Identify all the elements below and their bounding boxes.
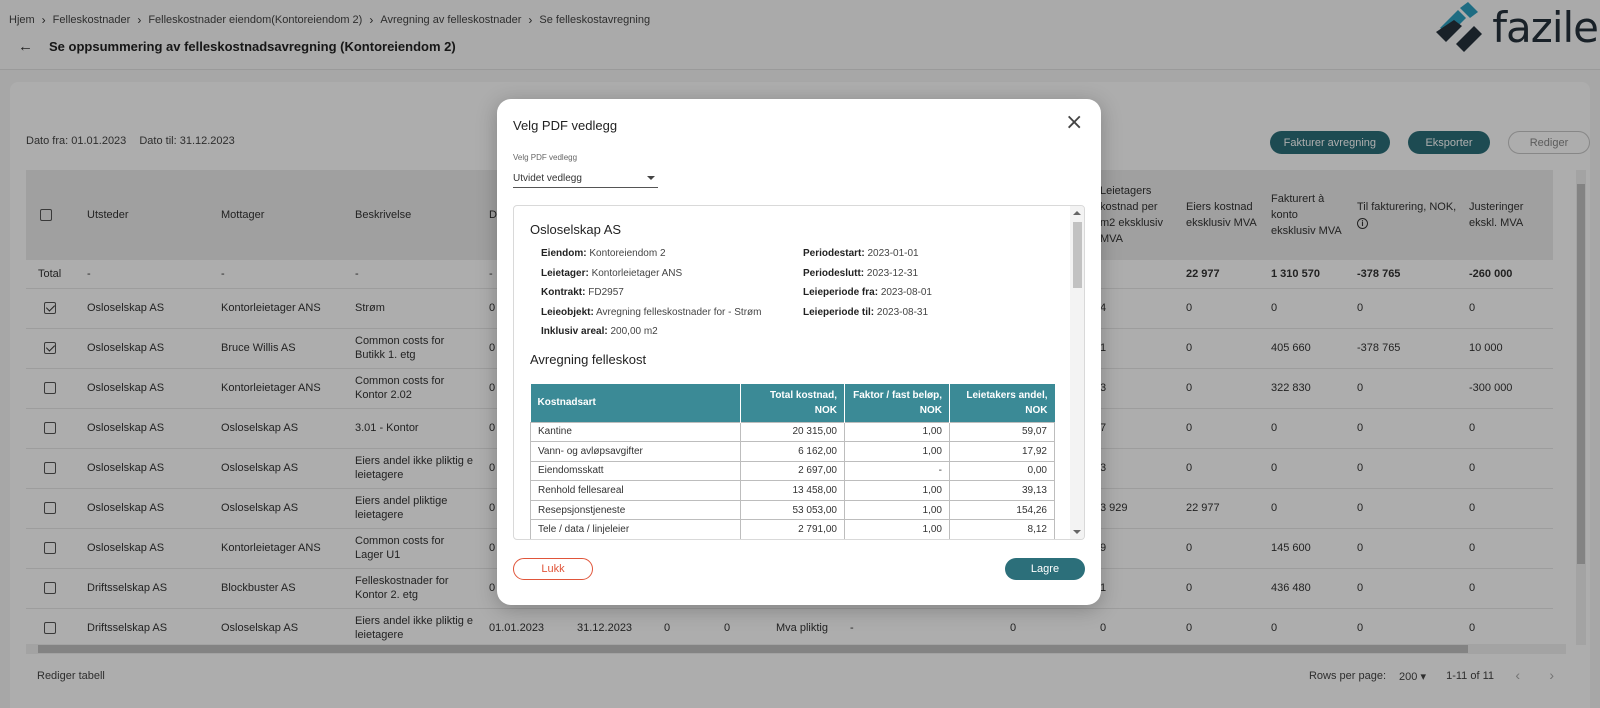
cost-share: 17,92 [949,441,1055,462]
cost-table-header: Kostnadsart Total kostnad, NOK Faktor / … [530,384,1055,422]
cost-row: Renhold fellesareal 13 458,00 1,00 39,13 [530,480,1055,501]
cost-total: 6 162,00 [740,441,845,462]
preview-meta-right: Leieperiode fra: 2023-08-01 [803,287,932,298]
cost-type: Tele / data / linjeleier [530,519,741,539]
cost-total: 20 315,00 [740,421,845,443]
meta-value: 2023-12-31 [866,267,919,279]
preview-meta-right: Leieperiode til: 2023-08-31 [803,307,928,318]
cost-table: Kostnadsart Total kostnad, NOK Faktor / … [530,384,1055,539]
meta-value: 2023-08-01 [880,287,932,298]
attachment-select-label: Velg PDF vedlegg [513,153,578,162]
attachment-select-value: Utvidet vedlegg [513,173,582,184]
cost-header-total: Total kostnad, NOK [740,384,845,422]
cost-row: Tele / data / linjeleier 2 791,00 1,00 8,12 [530,519,1055,539]
meta-value: Kontorleietager ANS [591,267,683,279]
cost-header-type: Kostnadsart [530,384,741,422]
preview-meta-left: Leietager: Kontorleietager ANS [541,268,682,279]
preview-meta-right: Periodeslutt: 2023-12-31 [803,268,918,279]
preview-company: Osloselskap AS [530,222,622,237]
cost-row: Vann- og avløpsavgifter 6 162,00 1,00 17,92 [530,441,1055,462]
cost-factor: 1,00 [844,441,950,462]
cost-share: 154,26 [949,499,1055,521]
meta-key: Periodeslutt: [803,267,865,279]
caret-down-icon [647,176,655,180]
cost-factor: - [844,460,950,482]
meta-key: Kontrakt: [541,287,586,298]
meta-value: Avregning felleskostnader for - Strøm [596,306,762,318]
cost-type: Vann- og avløpsavgifter [530,441,741,462]
meta-value: FD2957 [588,287,624,298]
cost-factor: 1,00 [844,480,950,501]
preview-meta-left: Kontrakt: FD2957 [541,287,624,298]
meta-value: 2023-08-31 [876,306,929,318]
cost-total: 2 791,00 [740,519,845,539]
cost-total: 13 458,00 [740,480,845,501]
preview-meta-left: Leieobjekt: Avregning felleskostnader fo… [541,307,761,318]
meta-key: Periodestart: [803,248,865,259]
dialog-title: Velg PDF vedlegg [513,118,618,133]
meta-value: Kontoreiendom 2 [589,248,666,259]
cost-share: 39,13 [949,480,1055,501]
cost-share: 59,07 [949,421,1055,443]
cost-total: 53 053,00 [740,499,845,521]
meta-key: Leietager: [541,267,589,279]
cost-type: Kantine [530,421,741,443]
preview-scrollbar[interactable] [1070,206,1084,539]
meta-key: Leieobjekt: [541,306,594,318]
cost-factor: 1,00 [844,519,950,539]
meta-key: Leieperiode til: [803,306,875,318]
meta-key: Inklusiv areal: [541,326,608,337]
cost-row: Eiendomsskatt 2 697,00-0,00 [530,460,1055,482]
meta-key: Eiendom: [541,248,587,259]
cost-factor: 1,00 [844,499,950,521]
close-button[interactable]: Lukk [513,558,593,580]
attachment-select[interactable]: Utvidet vedlegg [513,169,658,188]
cost-type: Renhold fellesareal [530,480,741,501]
scroll-up-icon[interactable] [1073,211,1081,215]
pdf-attachment-dialog: Velg PDF vedlegg × Velg PDF vedlegg Utvi… [497,99,1101,605]
cost-row: Kantine 20 315,00 1,00 59,07 [530,421,1055,443]
pdf-preview[interactable]: Osloselskap AS Eiendom: Kontoreiendom 2L… [513,205,1085,540]
meta-key: Leieperiode fra: [803,287,879,298]
cost-factor: 1,00 [844,421,950,443]
cost-type: Eiendomsskatt [530,460,741,482]
cost-share: 8,12 [949,519,1055,539]
save-button[interactable]: Lagre [1005,558,1085,580]
preview-section-heading: Avregning felleskost [530,352,647,367]
cost-total: 2 697,00 [740,460,845,482]
meta-value: 200,00 m2 [610,326,658,337]
cost-header-factor: Faktor / fast beløp, NOK [844,384,950,422]
scroll-down-icon[interactable] [1073,530,1081,534]
preview-scroll-thumb[interactable] [1073,222,1082,288]
cost-header-share: Leietakers andel, NOK [949,384,1055,422]
meta-value: 2023-01-01 [867,248,919,259]
preview-meta-left: Inklusiv areal: 200,00 m2 [541,326,658,337]
preview-meta-left: Eiendom: Kontoreiendom 2 [541,248,666,259]
close-icon[interactable]: × [1065,112,1083,134]
cost-type: Resepsjonstjeneste [530,499,741,521]
preview-meta-right: Periodestart: 2023-01-01 [803,248,919,259]
pdf-preview-content: Osloselskap AS Eiendom: Kontoreiendom 2L… [514,206,1072,539]
cost-row: Resepsjonstjeneste 53 053,00 1,00 154,26 [530,499,1055,521]
cost-share: 0,00 [949,460,1055,482]
